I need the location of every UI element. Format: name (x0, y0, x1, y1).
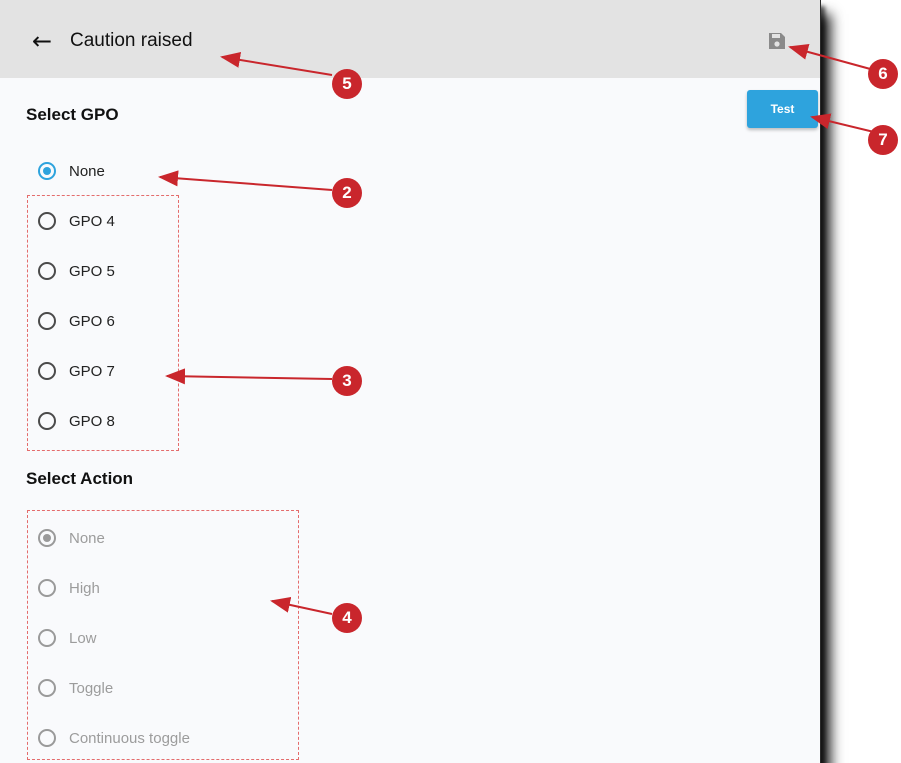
page-title: Caution raised (70, 30, 193, 51)
header-bar: ← Caution raised (0, 0, 820, 78)
callout-5: 5 (332, 69, 362, 99)
arrow-left-icon[interactable]: ← (32, 28, 58, 54)
option-label: None (69, 162, 105, 180)
gpo-section-title: Select GPO (26, 105, 119, 124)
callout-6: 6 (868, 59, 898, 89)
gpo-group-highlight (27, 195, 179, 451)
callout-7: 7 (868, 125, 898, 155)
floppy-disk-icon[interactable] (767, 31, 787, 51)
callout-4: 4 (332, 603, 362, 633)
test-button[interactable]: Test (747, 90, 818, 128)
gpo-option-none[interactable]: None (38, 158, 105, 184)
dialog-panel: ← Caution raised Select GPO Test None GP… (0, 0, 821, 763)
radio-icon[interactable] (38, 162, 56, 180)
callout-2: 2 (332, 178, 362, 208)
action-section-title: Select Action (26, 469, 134, 488)
callout-3: 3 (332, 366, 362, 396)
action-group-highlight (27, 510, 299, 760)
